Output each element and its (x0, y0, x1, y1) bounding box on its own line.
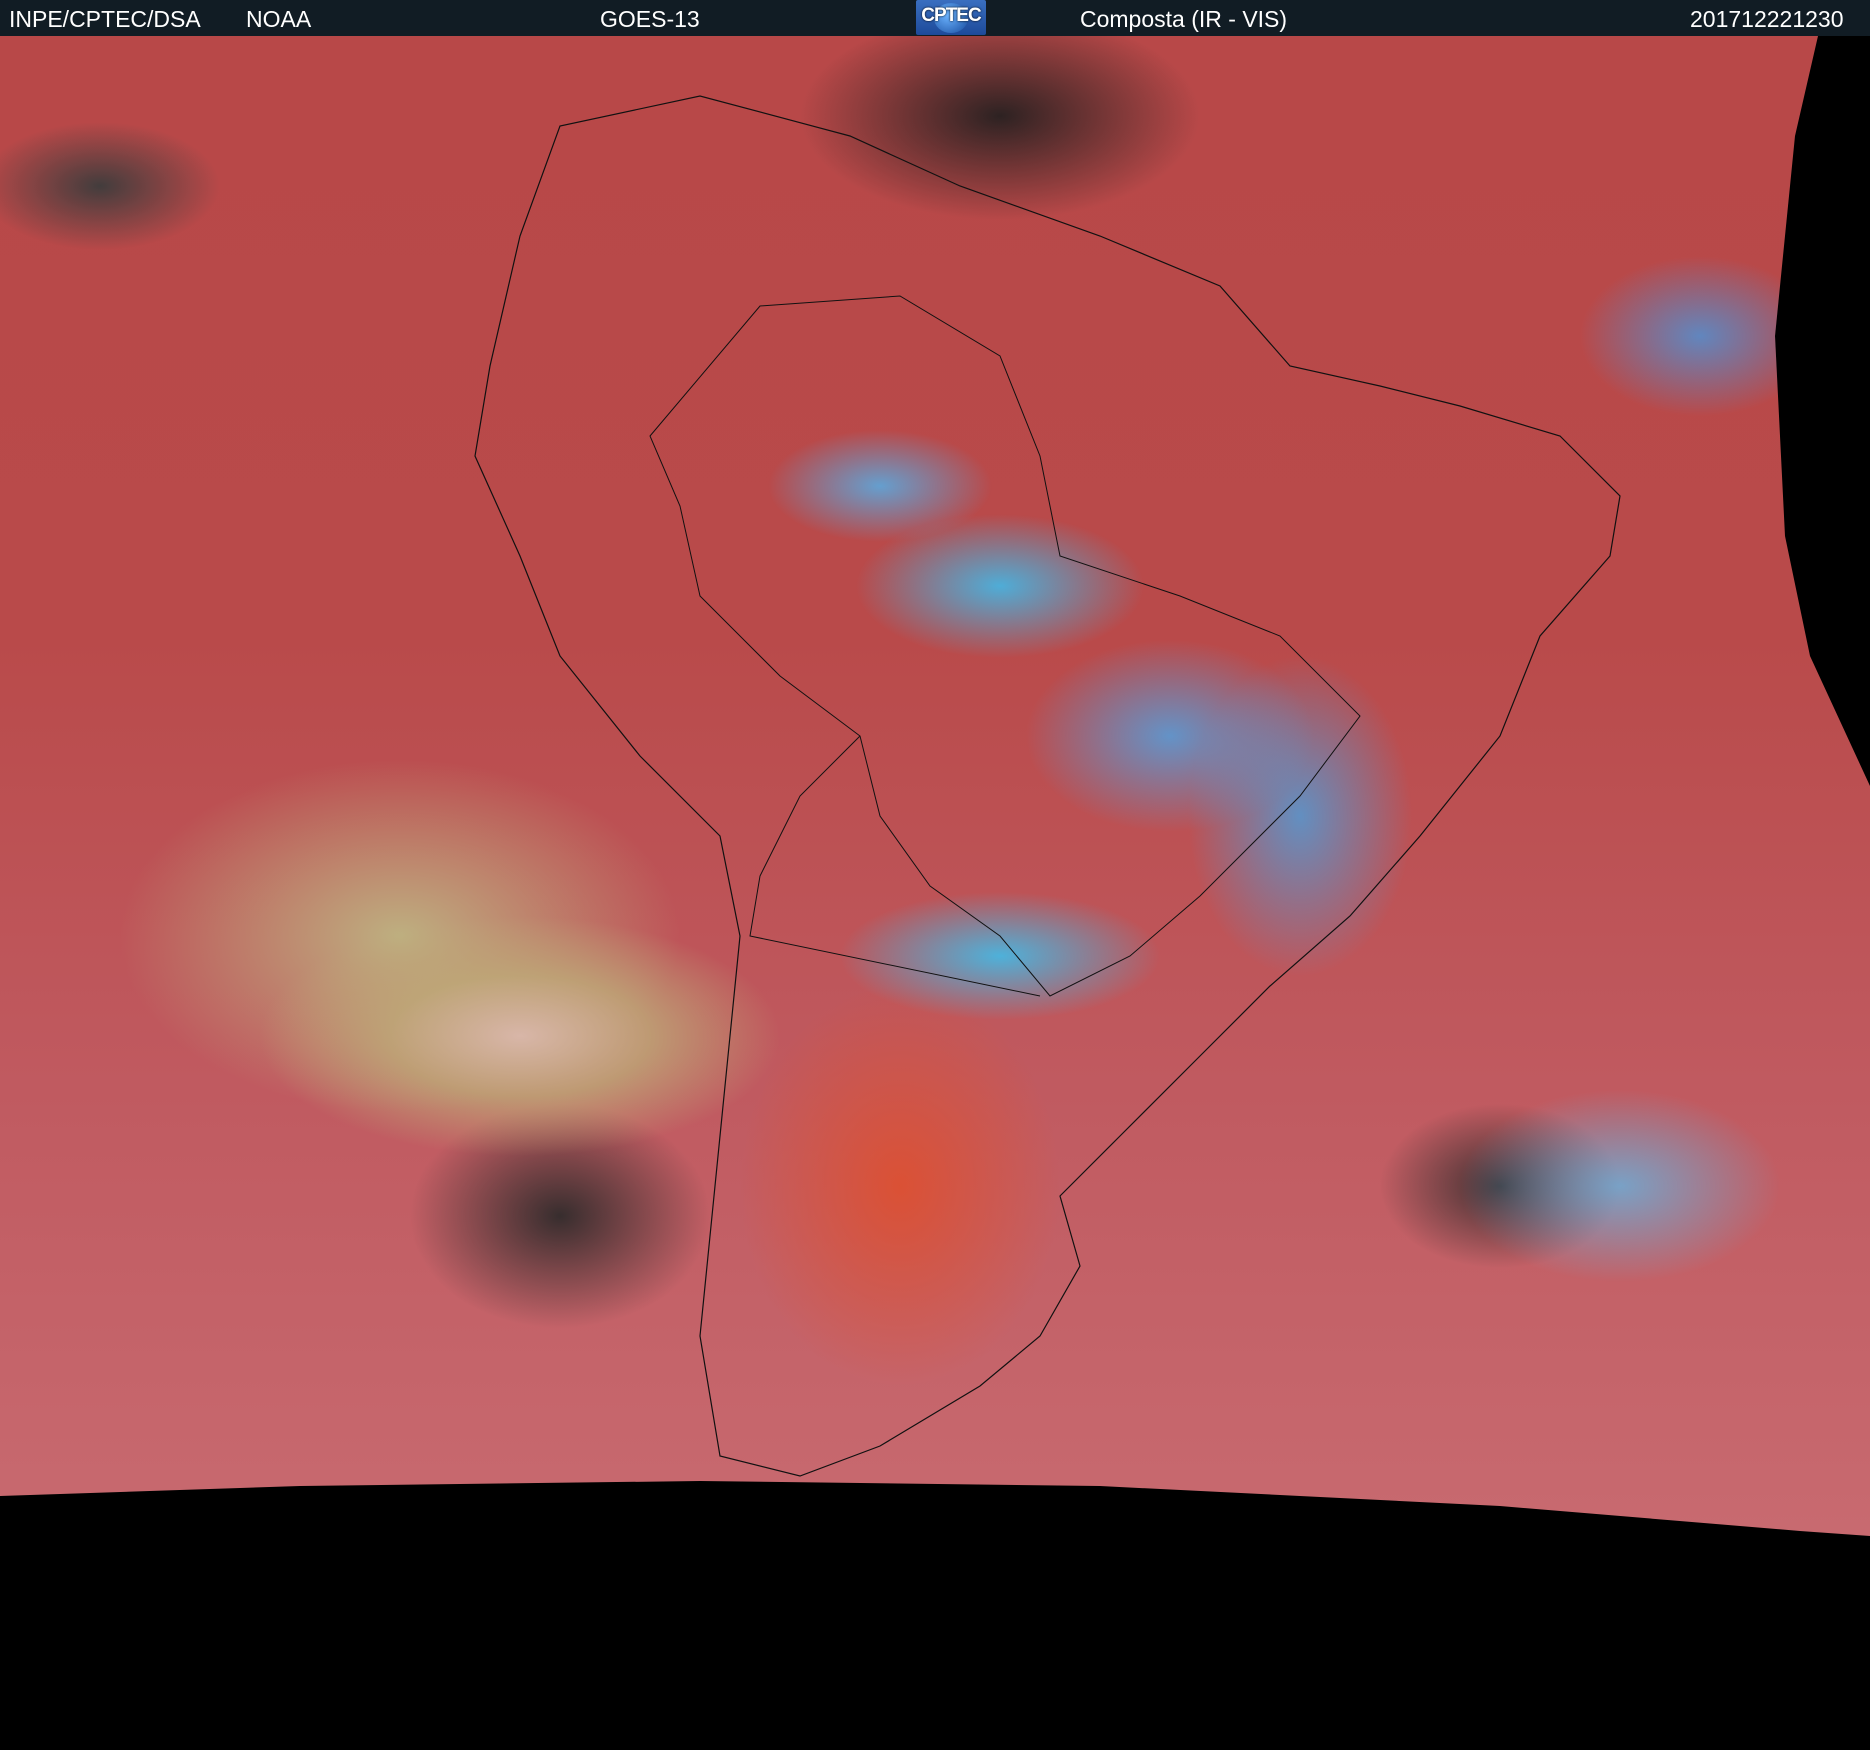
logo-text: CPTEC (921, 5, 981, 26)
header-bar: INPE/CPTEC/DSA NOAA GOES-13 CPTEC Compos… (0, 0, 1870, 36)
agency-label: INPE/CPTEC/DSA (9, 6, 201, 32)
satellite-image (0, 36, 1870, 1536)
satellite-label: GOES-13 (600, 6, 700, 32)
country-borders (474, 95, 1621, 1477)
brazil-border (649, 295, 1361, 997)
timestamp-label: 201712221230 (1690, 6, 1844, 32)
cptec-logo: CPTEC (916, 0, 986, 35)
argentina-border (749, 735, 1041, 997)
south-america-coastline (474, 95, 1621, 1477)
partner-label: NOAA (246, 6, 312, 32)
product-label: Composta (IR - VIS) (1080, 6, 1288, 32)
